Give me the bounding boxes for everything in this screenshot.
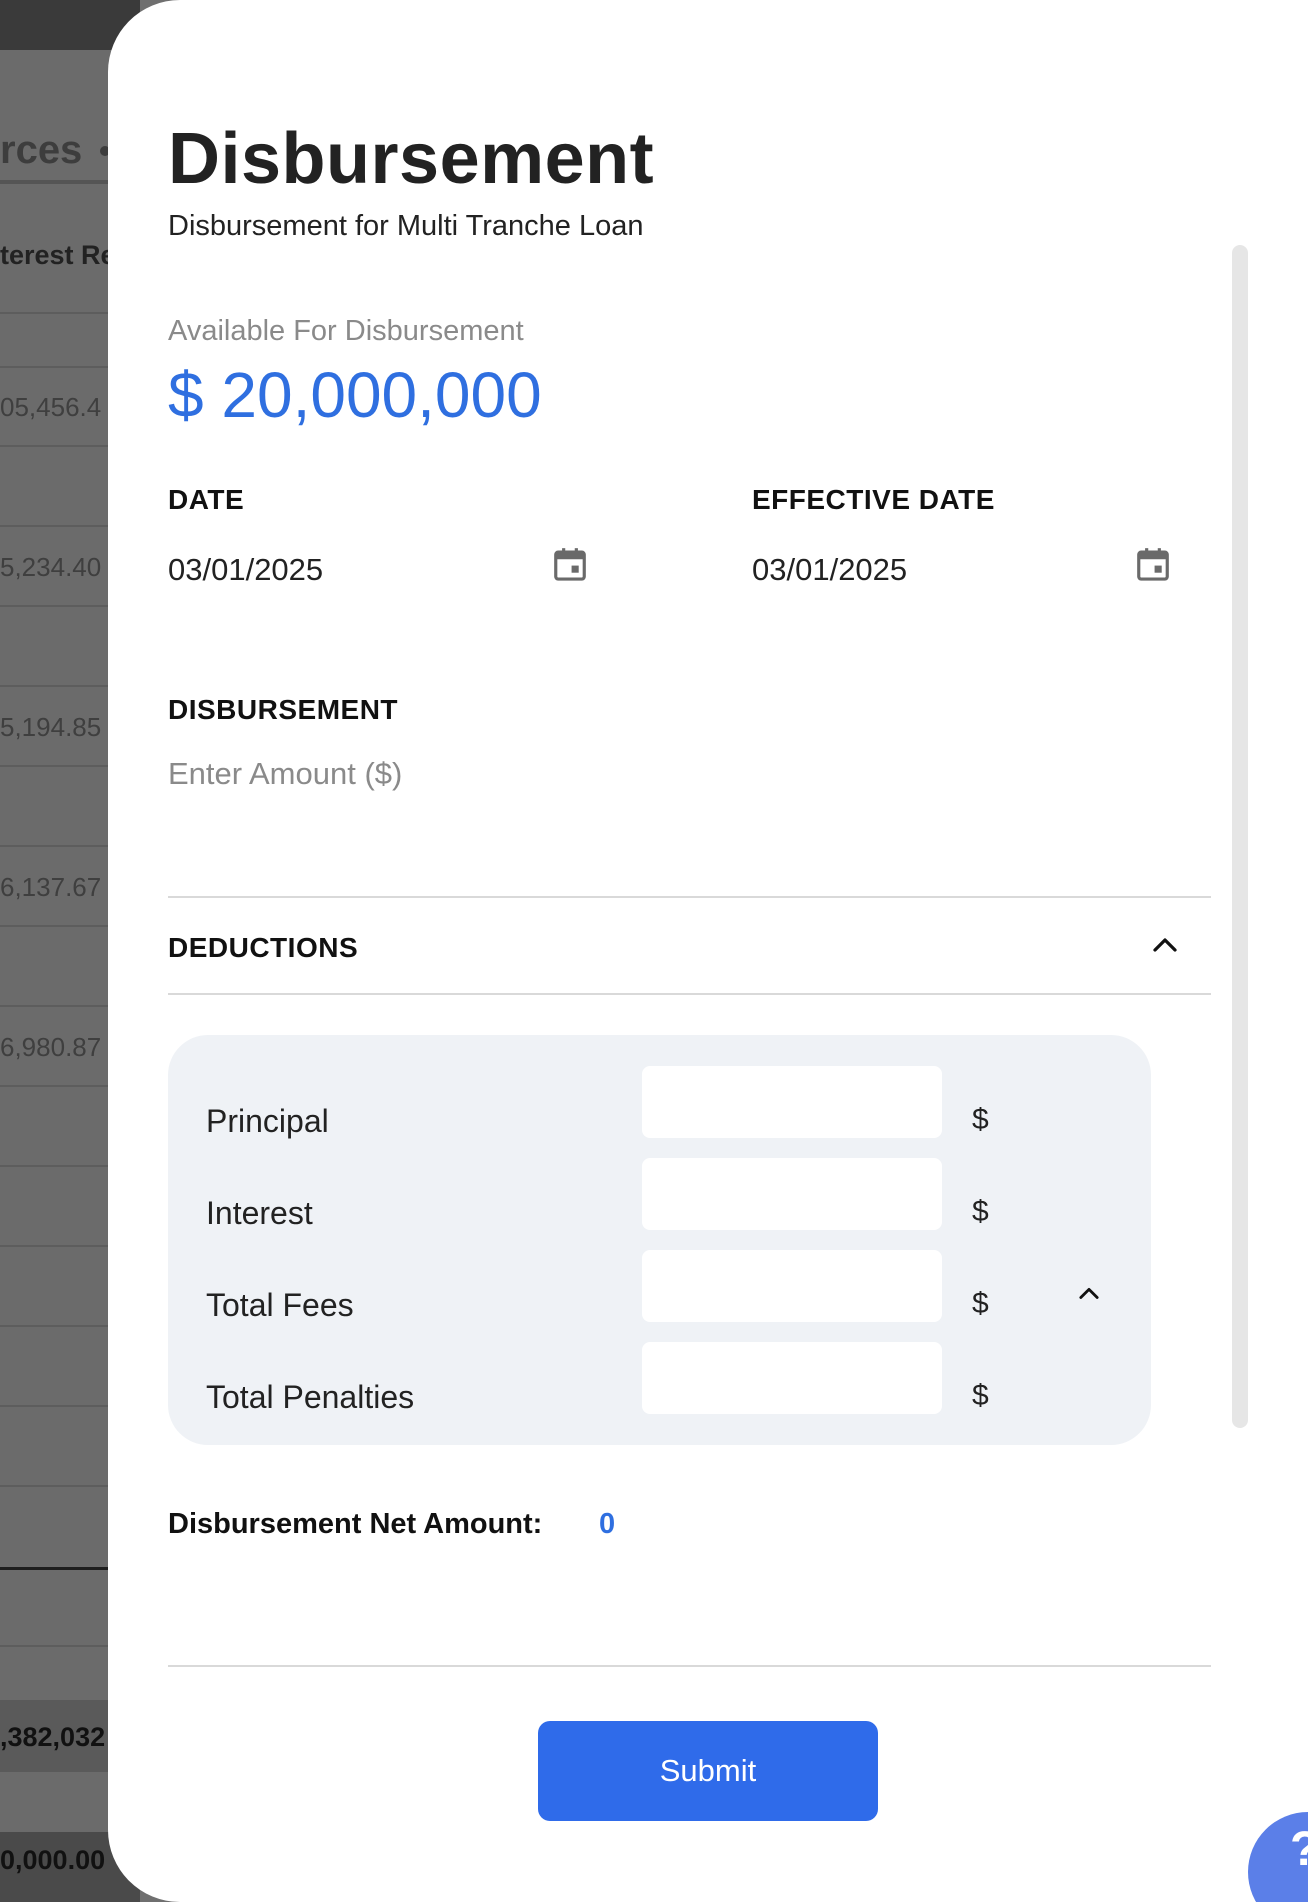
- net-amount-value: 0: [599, 1508, 616, 1540]
- disbursement-amount-input[interactable]: [168, 752, 668, 796]
- total-fees-label: Total Fees: [206, 1287, 354, 1323]
- disbursement-label: DISBURSEMENT: [168, 694, 399, 725]
- background-cell: 5,234.40: [0, 552, 102, 582]
- principal-input[interactable]: [642, 1066, 942, 1138]
- background-total-value: ,382,032: [0, 1722, 106, 1752]
- interest-label: Interest: [206, 1195, 313, 1231]
- effective-date-label: EFFECTIVE DATE: [752, 484, 995, 515]
- calendar-icon[interactable]: [551, 544, 589, 584]
- available-label: Available For Disbursement: [168, 315, 524, 347]
- effective-date-field[interactable]: 03/01/2025: [752, 552, 907, 588]
- available-amount: $ 20,000,000: [168, 359, 542, 431]
- section-divider: [168, 993, 1211, 995]
- interest-currency: $: [972, 1195, 989, 1228]
- modal-scrollbar[interactable]: [1232, 245, 1248, 1428]
- calendar-icon[interactable]: [1134, 544, 1172, 584]
- principal-label: Principal: [206, 1103, 329, 1139]
- section-divider: [168, 896, 1211, 898]
- chevron-up-icon[interactable]: [1074, 1280, 1104, 1308]
- total-fees-input[interactable]: [642, 1250, 942, 1322]
- deductions-panel: Principal $ Interest $ Total Fees $ Tota…: [168, 1035, 1151, 1445]
- modal-subtitle: Disbursement for Multi Tranche Loan: [168, 210, 644, 242]
- total-penalties-label: Total Penalties: [206, 1379, 415, 1415]
- net-amount-label: Disbursement Net Amount:: [168, 1508, 543, 1540]
- background-cell: 6,137.67: [0, 872, 102, 902]
- background-cell: 5,194.85: [0, 712, 102, 742]
- total-penalties-currency: $: [972, 1379, 989, 1412]
- total-penalties-input[interactable]: [642, 1342, 942, 1414]
- footer-divider: [168, 1665, 1211, 1667]
- total-fees-currency: $: [972, 1287, 989, 1320]
- date-label: DATE: [168, 484, 245, 515]
- date-field[interactable]: 03/01/2025: [168, 552, 323, 588]
- interest-input[interactable]: [642, 1158, 942, 1230]
- background-cell: 05,456.4: [0, 392, 102, 422]
- background-tab-label: rces: [0, 128, 83, 172]
- help-icon: ?: [1290, 1822, 1308, 1877]
- submit-button[interactable]: Submit: [538, 1721, 878, 1821]
- chevron-up-icon[interactable]: [1148, 930, 1182, 960]
- modal-title: Disbursement: [168, 119, 655, 199]
- principal-currency: $: [972, 1103, 989, 1136]
- background-footer-value: 0,000.00: [0, 1845, 106, 1875]
- disbursement-modal: Disbursement Disbursement for Multi Tran…: [108, 0, 1308, 1902]
- background-column-header: terest Re: [0, 240, 116, 270]
- deductions-label: DEDUCTIONS: [168, 932, 359, 963]
- background-cell: 6,980.87: [0, 1032, 102, 1062]
